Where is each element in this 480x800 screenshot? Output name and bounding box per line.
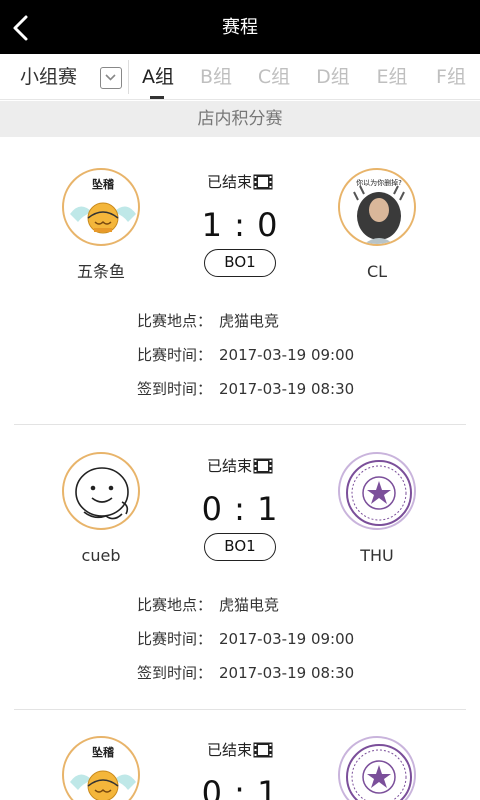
- chevron-down-icon: [105, 74, 116, 81]
- match-card[interactable]: 坠稽 五条鱼 已结束 1 : 0 BO1 你以为你删掉? CL 比赛地点： 虎猫…: [0, 138, 480, 422]
- team-a[interactable]: 坠稽 五条鱼: [62, 168, 142, 282]
- team-avatar: 坠稽: [62, 168, 140, 246]
- match-time-row: 比赛时间： 2017-03-19 09:00: [137, 628, 354, 662]
- match-card[interactable]: cueb 已结束 0 : 1 BO1 THU 比赛地点： 虎猫电竞 比赛时间： 20…: [0, 422, 480, 706]
- match-score: 0 : 1: [201, 774, 279, 800]
- match-format-badge: BO1: [204, 249, 276, 277]
- match-time-row: 比赛时间： 2017-03-19 09:00: [137, 344, 354, 378]
- venue-label: 比赛地点：: [137, 312, 213, 330]
- match-score: 0 : 1: [201, 490, 279, 528]
- venue-row: 比赛地点： 虎猫电竞: [137, 594, 354, 628]
- checkin-time-label: 签到时间：: [137, 664, 213, 682]
- cartoon-avatar-icon: 坠稽: [70, 745, 136, 800]
- team-b[interactable]: 你以为你删掉? CL: [338, 168, 418, 282]
- match-status: 已结束: [190, 172, 290, 195]
- match-card[interactable]: 坠稽 已结束 0 : 1: [0, 706, 480, 800]
- top-bar: 赛程: [0, 0, 480, 54]
- status-text: 已结束: [206, 741, 252, 759]
- venue-label: 比赛地点：: [137, 596, 213, 614]
- venue-row: 比赛地点： 虎猫电竞: [137, 310, 354, 344]
- university-seal-icon: [346, 744, 412, 800]
- team-b[interactable]: THU: [338, 452, 418, 566]
- checkin-time-row: 签到时间： 2017-03-19 08:30: [137, 378, 354, 412]
- match-time-value: 2017-03-19 09:00: [219, 630, 355, 648]
- match-status: 已结束: [190, 740, 290, 763]
- tab-group-a[interactable]: A组: [138, 65, 178, 89]
- match-score: 1 : 0: [201, 206, 279, 244]
- team-b[interactable]: [338, 736, 418, 800]
- round-dropdown-button[interactable]: [100, 67, 122, 89]
- team-avatar: [338, 452, 416, 530]
- doodle-face-avatar-icon: [75, 467, 129, 520]
- checkin-time-value: 2017-03-19 08:30: [219, 664, 355, 682]
- cartoon-avatar-icon: 坠稽: [70, 177, 136, 234]
- team-avatar: [62, 452, 140, 530]
- tab-group-b[interactable]: B组: [196, 65, 236, 89]
- avatar-text: 坠稽: [92, 745, 114, 759]
- video-replay-icon[interactable]: [253, 174, 273, 195]
- match-status: 已结束: [190, 456, 290, 479]
- tab-group-d[interactable]: D组: [313, 65, 353, 89]
- team-avatar: 你以为你删掉?: [338, 168, 416, 246]
- round-selector-label[interactable]: 小组赛: [20, 65, 77, 89]
- venue-value: 虎猫电竞: [219, 596, 280, 614]
- team-name: THU: [360, 546, 394, 565]
- avatar-text: 你以为你删掉?: [356, 178, 402, 187]
- status-text: 已结束: [206, 457, 252, 475]
- match-center: 已结束 0 : 1 BO1: [190, 456, 290, 561]
- tab-group-c[interactable]: C组: [254, 65, 294, 89]
- checkin-time-row: 签到时间： 2017-03-19 08:30: [137, 662, 354, 696]
- match-format-badge: BO1: [204, 533, 276, 561]
- tab-group-f[interactable]: F组: [431, 65, 471, 89]
- avatar-text: 坠稽: [92, 177, 114, 191]
- team-a[interactable]: 坠稽: [62, 736, 142, 800]
- photo-avatar-icon: 你以为你删掉?: [353, 178, 405, 244]
- match-time-label: 比赛时间：: [137, 630, 213, 648]
- team-a[interactable]: cueb: [62, 452, 142, 566]
- match-center: 已结束 0 : 1: [190, 740, 290, 800]
- match-info: 比赛地点： 虎猫电竞 比赛时间： 2017-03-19 09:00 签到时间： 201…: [137, 594, 354, 696]
- team-name: 五条鱼: [76, 262, 125, 281]
- tab-divider: [128, 60, 129, 94]
- video-replay-icon[interactable]: [253, 458, 273, 479]
- match-info: 比赛地点： 虎猫电竞 比赛时间： 2017-03-19 09:00 签到时间： 201…: [137, 310, 354, 412]
- video-replay-icon[interactable]: [253, 742, 273, 763]
- group-tab-bar: 小组赛 A组 B组 C组 D组 E组 F组: [0, 54, 480, 100]
- checkin-time-value: 2017-03-19 08:30: [219, 380, 355, 398]
- team-avatar: [338, 736, 416, 800]
- checkin-time-label: 签到时间：: [137, 380, 213, 398]
- team-name: CL: [366, 262, 388, 281]
- active-tab-indicator: [150, 96, 164, 99]
- match-time-label: 比赛时间：: [137, 346, 213, 364]
- section-title: 店内积分赛: [0, 101, 480, 137]
- tab-group-e[interactable]: E组: [372, 65, 412, 89]
- page-title: 赛程: [222, 17, 258, 38]
- status-text: 已结束: [206, 173, 252, 191]
- team-name: cueb: [81, 546, 121, 565]
- venue-value: 虎猫电竞: [219, 312, 280, 330]
- match-center: 已结束 1 : 0 BO1: [190, 172, 290, 277]
- team-avatar: 坠稽: [62, 736, 140, 800]
- match-time-value: 2017-03-19 09:00: [219, 346, 355, 364]
- university-seal-icon: [346, 460, 412, 526]
